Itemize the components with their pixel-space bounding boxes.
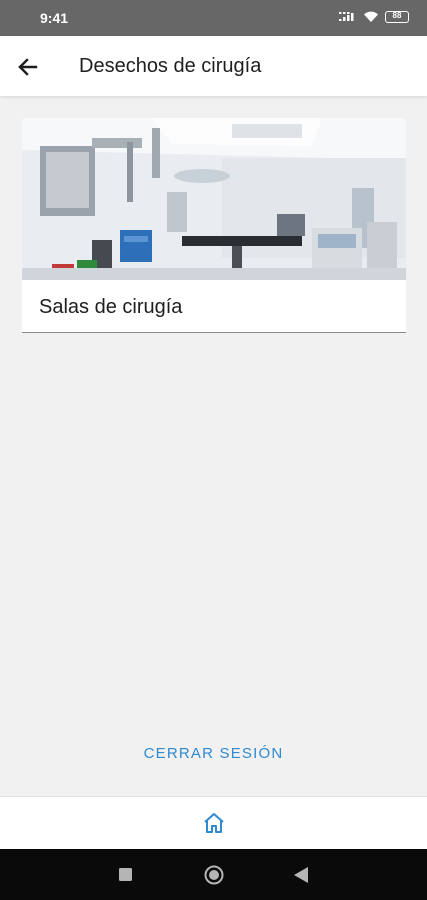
operating-room-image [22, 118, 406, 280]
battery-level: 88 [392, 11, 402, 20]
logout-button[interactable]: CERRAR SESIÓN [0, 745, 427, 762]
status-time: 9:41 [40, 10, 69, 26]
home-icon [204, 813, 224, 833]
back-triangle-icon [294, 867, 308, 883]
system-home-button[interactable] [204, 865, 224, 885]
system-navigation-bar [0, 849, 427, 900]
page-title: Desechos de cirugía [79, 55, 262, 77]
recents-button[interactable] [119, 868, 132, 881]
back-button[interactable] [14, 53, 42, 81]
status-bar: 9:41 88 [0, 0, 427, 36]
nav-home-button[interactable] [202, 811, 226, 835]
card-title: Salas de cirugía [39, 296, 183, 318]
bottom-navigation [0, 796, 427, 850]
status-icons: 88 [339, 11, 409, 23]
home-circle-icon [204, 865, 224, 885]
arrow-left-icon [18, 58, 38, 76]
wifi-icon [364, 11, 378, 22]
signal-icon [339, 12, 354, 21]
system-back-button[interactable] [294, 867, 308, 883]
recents-icon [119, 868, 132, 881]
battery-icon: 88 [385, 11, 409, 23]
surgery-rooms-card[interactable]: Salas de cirugía [22, 118, 406, 333]
app-bar: Desechos de cirugía [0, 36, 427, 96]
